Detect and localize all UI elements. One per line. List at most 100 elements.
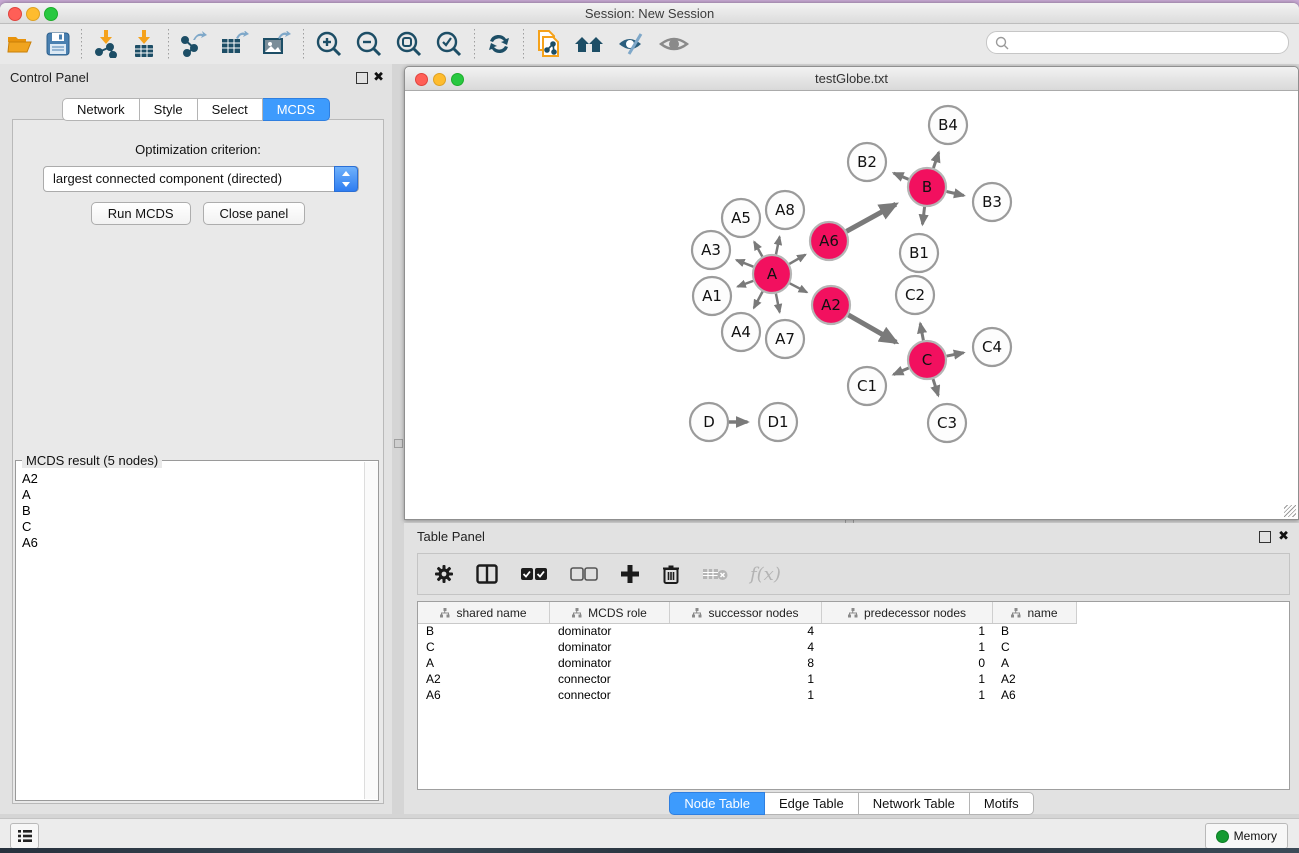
table-cell[interactable]: dominator	[550, 640, 670, 654]
graph-node-C[interactable]: C	[908, 341, 946, 379]
edge-A-A8[interactable]	[776, 237, 780, 255]
column-header-predecessor-nodes[interactable]: predecessor nodes	[822, 602, 993, 623]
table-row[interactable]: A2connector11A2	[418, 671, 1289, 687]
table-row[interactable]: Bdominator41B	[418, 623, 1289, 639]
edge-A-A4[interactable]	[754, 292, 763, 308]
table-cell[interactable]: A2	[993, 672, 1077, 686]
graph-node-C2[interactable]: C2	[896, 276, 934, 314]
show-column-icon[interactable]	[476, 564, 498, 584]
graph-node-A6[interactable]: A6	[810, 222, 848, 260]
save-session-icon[interactable]	[40, 28, 76, 60]
table-cell[interactable]: 1	[822, 688, 993, 702]
graph-node-A[interactable]: A	[753, 255, 791, 293]
import-network-icon[interactable]	[87, 28, 125, 60]
tab-network-table[interactable]: Network Table	[859, 792, 970, 815]
graph-node-B1[interactable]: B1	[900, 234, 938, 272]
table-cell[interactable]: 0	[822, 656, 993, 670]
table-options-gear-icon[interactable]	[434, 564, 454, 584]
graph-node-A8[interactable]: A8	[766, 191, 804, 229]
column-header-successor-nodes[interactable]: successor nodes	[670, 602, 822, 623]
edge-A6-B[interactable]	[847, 204, 896, 231]
network-graph[interactable]: AA1A2A3A4A5A6A7A8BB1B2B3B4CC1C2C3C4DD1	[405, 91, 1296, 518]
float-panel-button[interactable]	[356, 72, 368, 84]
edge-A-A3[interactable]	[736, 260, 753, 267]
table-cell[interactable]: C	[418, 640, 550, 654]
edge-C-C3[interactable]	[933, 379, 938, 395]
table-cell[interactable]: B	[418, 624, 550, 638]
mcds-result-item[interactable]: A2	[22, 471, 364, 487]
table-cell[interactable]: A	[418, 656, 550, 670]
graph-node-A3[interactable]: A3	[692, 231, 730, 269]
export-image-icon[interactable]	[256, 28, 298, 60]
table-cell[interactable]: 8	[670, 656, 822, 670]
column-header-name[interactable]: name	[993, 602, 1077, 623]
show-graphics-details-icon[interactable]	[653, 28, 695, 60]
export-table-icon[interactable]	[214, 28, 256, 60]
table-row[interactable]: A6connector11A6	[418, 687, 1289, 703]
zoom-in-icon[interactable]	[309, 28, 349, 60]
edge-C-C2[interactable]	[920, 323, 923, 340]
zoom-selected-icon[interactable]	[429, 28, 469, 60]
edge-C-C1[interactable]	[894, 368, 909, 375]
graph-node-D1[interactable]: D1	[759, 403, 797, 441]
table-cell[interactable]: 1	[822, 672, 993, 686]
result-list-scrollbar[interactable]	[364, 462, 378, 799]
tab-style[interactable]: Style	[140, 98, 198, 121]
graph-node-B2[interactable]: B2	[848, 143, 886, 181]
close-panel-button-inner[interactable]: Close panel	[203, 202, 306, 225]
edge-C-C4[interactable]	[947, 353, 964, 356]
graph-node-B[interactable]: B	[908, 168, 946, 206]
table-cell[interactable]: B	[993, 624, 1077, 638]
apply-layout-icon[interactable]	[480, 28, 518, 60]
edge-A-A7[interactable]	[776, 294, 780, 313]
column-header-shared-name[interactable]: shared name	[418, 602, 550, 623]
graph-node-A7[interactable]: A7	[766, 320, 804, 358]
graph-node-C4[interactable]: C4	[973, 328, 1011, 366]
edge-B-B2[interactable]	[894, 173, 909, 179]
task-history-button[interactable]	[10, 823, 39, 849]
search-field[interactable]	[986, 31, 1289, 54]
edge-A-A2[interactable]	[790, 283, 807, 292]
tab-edge-table[interactable]: Edge Table	[765, 792, 859, 815]
tab-select[interactable]: Select	[198, 98, 263, 121]
table-cell[interactable]: 1	[822, 624, 993, 638]
table-cell[interactable]: A	[993, 656, 1077, 670]
memory-button[interactable]: Memory	[1205, 823, 1288, 849]
edge-B-B4[interactable]	[933, 152, 938, 168]
graph-node-A1[interactable]: A1	[693, 277, 731, 315]
tab-network[interactable]: Network	[62, 98, 140, 121]
column-header-MCDS-role[interactable]: MCDS role	[550, 602, 670, 623]
table-cell[interactable]: 1	[670, 672, 822, 686]
graph-node-D[interactable]: D	[690, 403, 728, 441]
table-cell[interactable]: connector	[550, 688, 670, 702]
graph-node-C3[interactable]: C3	[928, 404, 966, 442]
mcds-result-item[interactable]: B	[22, 503, 364, 519]
run-mcds-button[interactable]: Run MCDS	[91, 202, 191, 225]
table-cell[interactable]: dominator	[550, 624, 670, 638]
table-cell[interactable]: 4	[670, 624, 822, 638]
graph-node-A2[interactable]: A2	[812, 286, 850, 324]
edge-B-B3[interactable]	[946, 191, 963, 195]
mcds-result-item[interactable]: A6	[22, 535, 364, 551]
export-network-icon[interactable]	[174, 28, 214, 60]
tab-motifs[interactable]: Motifs	[970, 792, 1034, 815]
delete-column-icon[interactable]	[662, 564, 680, 585]
open-session-icon[interactable]	[0, 28, 40, 60]
table-cell[interactable]: 4	[670, 640, 822, 654]
table-cell[interactable]: A6	[418, 688, 550, 702]
table-cell[interactable]: C	[993, 640, 1077, 654]
add-column-icon[interactable]	[620, 564, 640, 584]
table-row[interactable]: Adominator80A	[418, 655, 1289, 671]
zoom-out-icon[interactable]	[349, 28, 389, 60]
import-table-icon[interactable]	[125, 28, 163, 60]
zoom-fit-icon[interactable]	[389, 28, 429, 60]
graph-node-A4[interactable]: A4	[722, 313, 760, 351]
edge-B-B1[interactable]	[922, 207, 924, 224]
close-panel-button[interactable]: ✖	[373, 69, 384, 85]
window-resize-grip[interactable]	[1284, 505, 1296, 517]
hide-graphics-details-icon[interactable]	[611, 28, 653, 60]
first-neighbors-icon[interactable]	[567, 28, 611, 60]
edge-A-A6[interactable]	[789, 255, 805, 264]
search-input[interactable]	[1009, 35, 1263, 51]
table-cell[interactable]: A2	[418, 672, 550, 686]
